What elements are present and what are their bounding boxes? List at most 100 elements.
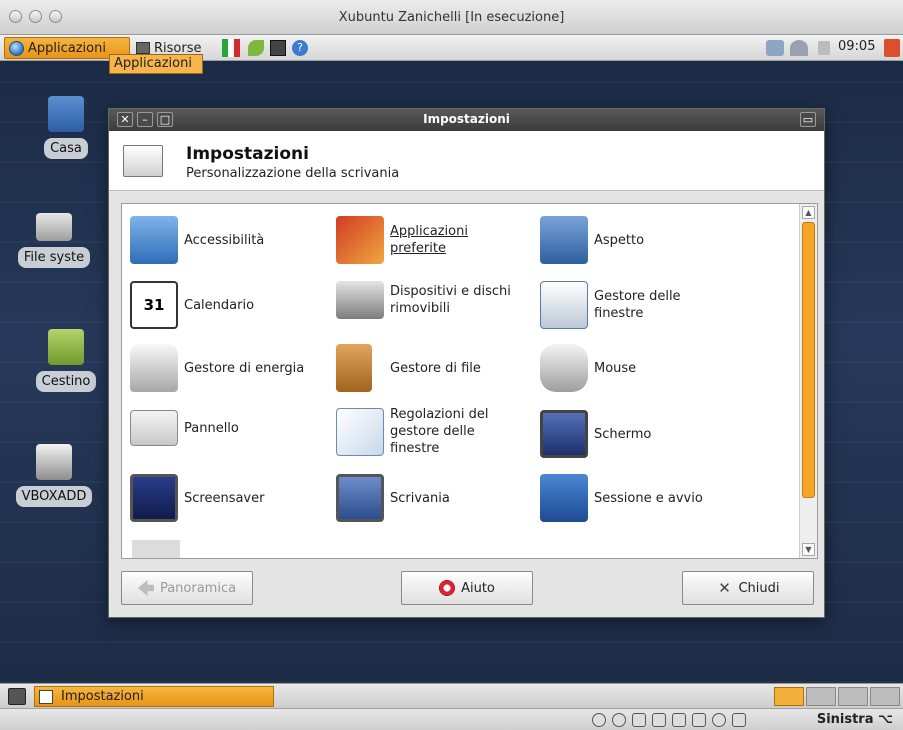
scroll-down-button[interactable]: ▼ — [802, 543, 815, 556]
partial-item-icon — [132, 540, 180, 558]
shared-folders-status-icon[interactable] — [672, 713, 686, 727]
host-titlebar: Xubuntu Zanichelli [In esecuzione] — [0, 0, 903, 35]
desktop-icon-label: Casa — [44, 138, 88, 159]
cdrom-icon — [36, 444, 72, 480]
settings-item-power-manager[interactable]: Gestore di energia — [130, 344, 330, 392]
show-desktop-icon[interactable] — [8, 688, 26, 705]
desktop-icon-trash[interactable]: Cestino — [26, 329, 106, 392]
desktop-icon-vboxadditions[interactable]: VBOXADD — [0, 444, 108, 507]
help-label: Aiuto — [461, 580, 495, 596]
volume-icon[interactable] — [818, 41, 830, 55]
settings-item-label: Calendario — [184, 297, 255, 313]
workspace-3[interactable] — [838, 687, 868, 706]
close-label: Chiudi — [738, 580, 780, 596]
settings-item-session[interactable]: Sessione e avvio — [540, 474, 760, 522]
settings-item-window-tweaks[interactable]: Regolazioni del gestore delle finestre — [336, 406, 536, 457]
settings-item-preferred-apps[interactable]: Applicazioni preferite — [336, 216, 536, 264]
close-x-icon: ✕ — [718, 579, 731, 597]
vertical-scrollbar[interactable]: ▲ ▼ — [799, 204, 817, 558]
applications-icon — [9, 40, 24, 56]
keyboard-capture-status-icon[interactable] — [732, 713, 746, 727]
host-window-title: Xubuntu Zanichelli [In esecuzione] — [338, 10, 565, 25]
window-tweaks-icon — [336, 407, 384, 456]
task-label: Impostazioni — [61, 689, 144, 704]
dialog-titlebar[interactable]: ✕ – □ Impostazioni ▭ — [109, 109, 824, 131]
wifi-icon[interactable] — [790, 40, 808, 56]
file-manager-icon — [336, 344, 372, 392]
network-status-icon[interactable] — [652, 713, 666, 727]
settings-item-accessibility[interactable]: Accessibilità — [130, 216, 330, 264]
accessibility-icon — [130, 216, 178, 264]
settings-item-label: Gestore di energia — [184, 360, 305, 376]
trash-icon — [48, 329, 84, 365]
settings-item-window-manager[interactable]: Gestore delle finestre — [540, 281, 760, 329]
dialog-menu-button[interactable]: ▭ — [800, 112, 816, 127]
settings-item-label: Screensaver — [184, 490, 265, 506]
italian-flag-icon[interactable] — [222, 39, 240, 57]
power-manager-icon — [130, 344, 178, 392]
display-icon — [540, 410, 588, 458]
settings-item-calendar[interactable]: 31 Calendario — [130, 281, 330, 329]
optical-drive-status-icon[interactable] — [612, 713, 626, 727]
workspace-1[interactable] — [774, 687, 804, 706]
workspace-4[interactable] — [870, 687, 900, 706]
settings-item-label: Aspetto — [594, 232, 645, 248]
settings-dialog: ✕ – □ Impostazioni ▭ Impostazioni Person… — [108, 108, 825, 618]
settings-item-display[interactable]: Schermo — [540, 410, 760, 458]
settings-item-label: Schermo — [594, 426, 652, 442]
settings-item-appearance[interactable]: Aspetto — [540, 216, 760, 264]
settings-item-label: Dispositivi e dischi rimovibili — [390, 284, 511, 316]
scroll-thumb[interactable] — [802, 222, 815, 498]
network-icon[interactable] — [766, 40, 784, 56]
panel-icon — [130, 410, 178, 446]
overview-label: Panoramica — [159, 580, 237, 596]
logout-icon[interactable] — [884, 39, 900, 57]
leaf-launcher-icon[interactable] — [248, 40, 264, 56]
film-launcher-icon[interactable] — [270, 40, 286, 56]
desktop-settings-icon — [336, 474, 384, 522]
virtualization-status-icon[interactable] — [692, 713, 706, 727]
mouse-icon — [540, 344, 588, 392]
help-launcher-icon[interactable]: ? — [292, 40, 308, 56]
scroll-up-button[interactable]: ▲ — [802, 206, 815, 219]
calendar-day: 31 — [143, 296, 165, 314]
hard-drive-icon — [36, 213, 72, 241]
desktop-icon-label: VBOXADD — [15, 486, 93, 507]
desktop-icon-home[interactable]: Casa — [26, 96, 106, 159]
settings-item-screensaver[interactable]: Screensaver — [130, 474, 330, 522]
places-icon — [136, 42, 150, 54]
settings-item-label: Mouse — [594, 360, 637, 376]
settings-item-mouse[interactable]: Mouse — [540, 344, 760, 392]
settings-item-file-manager[interactable]: Gestore di file — [336, 344, 536, 392]
overview-button[interactable]: Panoramica — [121, 571, 253, 605]
dialog-header: Impostazioni Personalizzazione della scr… — [109, 131, 824, 191]
settings-item-label: Gestore delle finestre — [594, 289, 681, 321]
close-button[interactable]: ✕ Chiudi — [682, 571, 814, 605]
help-button[interactable]: Aiuto — [401, 571, 533, 605]
host-status-bar: Sinistra ⌥ — [0, 708, 903, 730]
settings-item-removable-drives[interactable]: Dispositivi e dischi rimovibili — [336, 281, 536, 319]
window-manager-icon — [540, 281, 588, 329]
taskbar-item-settings[interactable]: Impostazioni — [34, 686, 274, 707]
settings-item-label: Regolazioni del gestore delle finestre — [390, 407, 489, 456]
settings-item-label: Applicazioni preferite — [390, 224, 468, 256]
session-icon — [540, 474, 588, 522]
dialog-title: Impostazioni — [423, 112, 510, 126]
settings-item-label: Accessibilità — [184, 232, 265, 248]
mouse-integration-status-icon[interactable] — [712, 713, 726, 727]
settings-item-label: Pannello — [184, 420, 239, 436]
settings-task-icon — [39, 689, 53, 704]
usb-status-icon[interactable] — [632, 713, 646, 727]
home-folder-icon — [48, 96, 84, 132]
settings-item-panel[interactable]: Pannello — [130, 410, 330, 446]
bottom-panel: Impostazioni — [0, 683, 903, 708]
workspace-2[interactable] — [806, 687, 836, 706]
clock[interactable]: 09:05 — [838, 39, 875, 54]
settings-item-desktop[interactable]: Scrivania — [336, 474, 536, 522]
desktop-icon-filesystem[interactable]: File syste — [0, 213, 108, 268]
host-key-label: Sinistra ⌥ — [816, 712, 893, 727]
applications-tooltip: Applicazioni — [109, 54, 203, 74]
header-subtitle: Personalizzazione della scrivania — [186, 166, 400, 181]
hard-disk-status-icon[interactable] — [592, 713, 606, 727]
settings-item-label: Sessione e avvio — [594, 490, 703, 506]
